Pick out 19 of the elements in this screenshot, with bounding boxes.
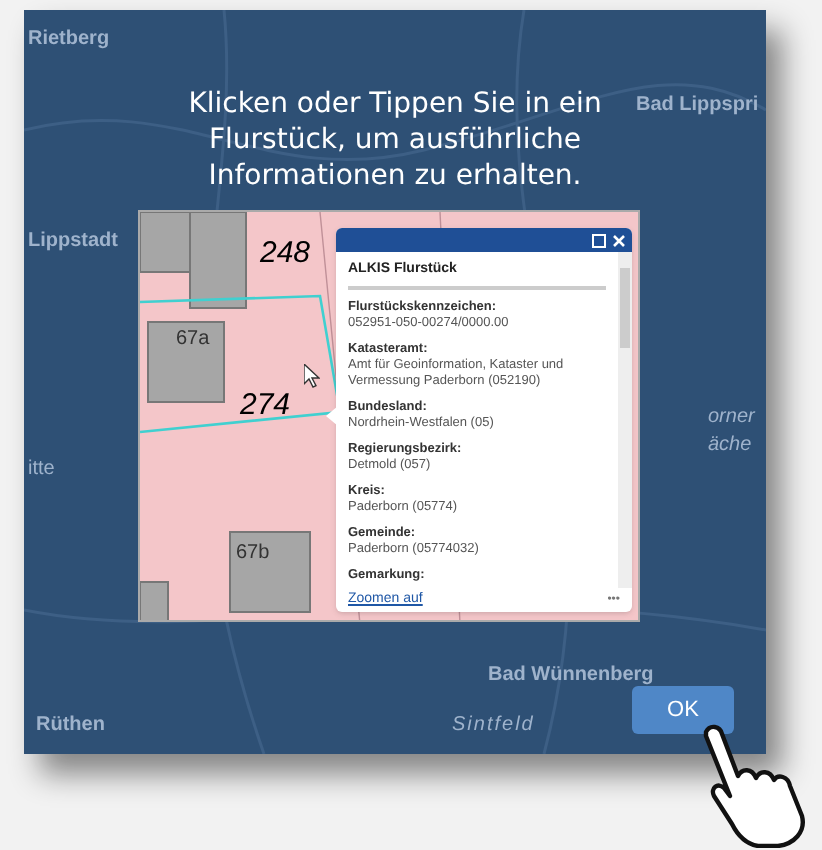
place-label: itte — [28, 456, 55, 484]
place-label: Bad Wünnenberg — [488, 662, 654, 690]
parcel-number: 248 — [260, 234, 311, 274]
instruction-text: Klicken oder Tippen Sie in ein Flurstück, um ausführliche Informationen zu erhalten. — [186, 86, 604, 194]
place-label: Rüthen — [36, 712, 105, 740]
place-label: orner — [708, 404, 755, 432]
place-label: Bad Lippspri — [636, 92, 759, 120]
parcel-number: 67b — [236, 540, 270, 568]
parcel-number: 274 — [240, 386, 291, 426]
ok-button[interactable]: OK — [632, 686, 734, 734]
place-label: äche — [708, 432, 752, 460]
maximize-icon[interactable] — [592, 233, 606, 247]
place-label: Lippstadt — [28, 228, 118, 256]
parcel-number: 67a — [176, 326, 210, 354]
pointer-icon — [304, 364, 320, 388]
close-icon[interactable] — [612, 233, 626, 247]
scrollbar[interactable] — [618, 252, 632, 588]
place-label: Sintfeld — [452, 712, 535, 740]
place-label: Rietberg — [28, 26, 110, 54]
